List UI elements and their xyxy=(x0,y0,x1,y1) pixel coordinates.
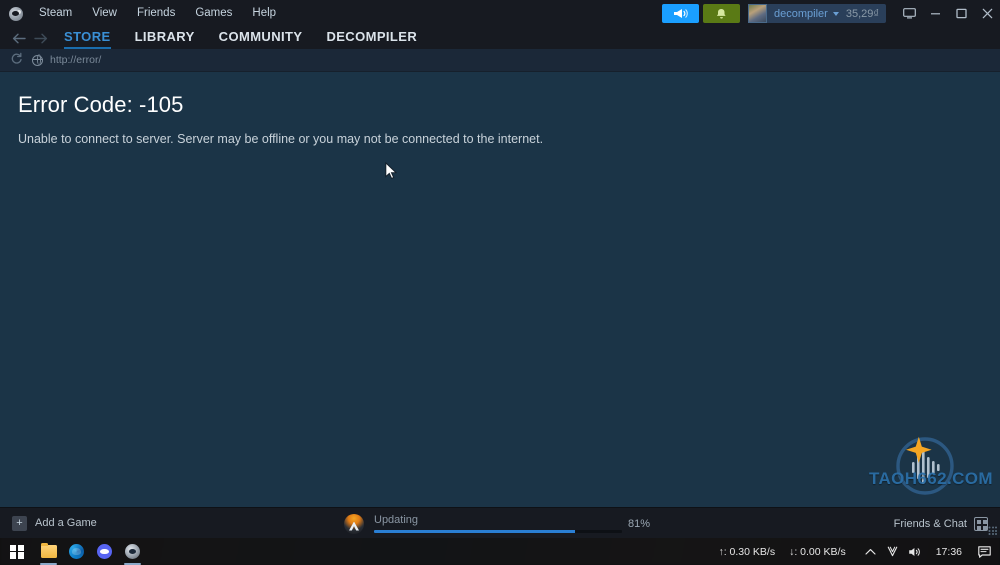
account-menu[interactable]: decompiler 35,29₫ xyxy=(748,4,886,23)
friends-chat-logo xyxy=(896,436,954,495)
bell-icon xyxy=(716,8,726,18)
steam-client-window: Steam View Friends Games Help decompiler… xyxy=(0,0,1000,538)
steam-glyph xyxy=(125,544,140,559)
screen: Steam View Friends Games Help decompiler… xyxy=(0,0,1000,565)
megaphone-icon xyxy=(673,9,688,18)
action-center-glyph xyxy=(977,545,991,558)
menu-item-help[interactable]: Help xyxy=(242,0,286,27)
account-name: decompiler xyxy=(774,7,828,20)
download-progress-group: Updating xyxy=(374,514,622,533)
edge-glyph xyxy=(69,544,84,559)
page-content: Error Code: -105 Unable to connect to se… xyxy=(0,72,1000,507)
avatar xyxy=(748,4,768,23)
tab-store[interactable]: STORE xyxy=(64,27,111,49)
speaker-icon[interactable] xyxy=(904,538,926,565)
wallet-balance: 35,29₫ xyxy=(845,7,879,20)
progress-bar-fill xyxy=(374,530,575,533)
arrow-left-icon xyxy=(12,33,26,43)
error-title: Error Code: -105 xyxy=(18,92,184,117)
notifications-button[interactable] xyxy=(703,4,741,23)
tab-profile[interactable]: DECOMPILER xyxy=(326,27,417,49)
menu-item-friends[interactable]: Friends xyxy=(127,0,185,27)
broadcast-button[interactable] xyxy=(662,4,700,23)
watermark: TAOH662.COM xyxy=(868,469,993,488)
windows-start-icon[interactable] xyxy=(0,538,34,565)
windows-taskbar: ↑: 0.30 KB/s ↓: 0.00 KB/s 17:36 xyxy=(0,538,1000,565)
download-status[interactable]: Updating xyxy=(344,508,622,539)
tab-community[interactable]: COMMUNITY xyxy=(219,27,303,49)
chevron-up-glyph xyxy=(865,548,876,555)
vpn-glyph xyxy=(887,546,898,557)
speaker-glyph xyxy=(908,547,920,556)
forward-button[interactable] xyxy=(30,27,52,49)
url-text[interactable]: http://error/ xyxy=(50,54,101,66)
close-button[interactable] xyxy=(974,0,1000,27)
add-a-game-label: Add a Game xyxy=(35,517,97,529)
windows-flag-glyph xyxy=(10,544,24,559)
globe-icon xyxy=(31,54,43,66)
chevron-down-icon xyxy=(832,11,839,16)
friends-and-chat-button[interactable]: Friends & Chat xyxy=(894,508,988,539)
resize-grip-icon[interactable] xyxy=(988,526,997,535)
titlebar-right-cluster: decompiler 35,29₫ xyxy=(662,0,1000,27)
vpn-icon[interactable] xyxy=(882,538,904,565)
address-bar: http://error/ xyxy=(0,49,1000,72)
friends-chat-icon xyxy=(974,516,988,531)
minimize-button[interactable] xyxy=(922,0,948,27)
add-a-game-button[interactable]: + Add a Game xyxy=(12,515,97,531)
refresh-icon[interactable] xyxy=(10,52,23,68)
discord-icon[interactable] xyxy=(91,538,118,565)
download-speed: ↓: 0.00 KB/s xyxy=(789,545,846,558)
file-explorer-icon[interactable] xyxy=(35,538,62,565)
progress-bar-track xyxy=(374,530,622,533)
navigation-bar: STORE LIBRARY COMMUNITY DECOMPILER xyxy=(0,27,1000,49)
friends-chat-label: Friends & Chat xyxy=(893,517,967,530)
action-center-icon[interactable] xyxy=(972,538,996,565)
status-footer: + Add a Game Updating 81% Friends & Chat xyxy=(0,507,1000,538)
maximize-button[interactable] xyxy=(948,0,974,27)
folder-glyph xyxy=(40,542,57,558)
tab-library[interactable]: LIBRARY xyxy=(135,27,195,49)
maximize-icon xyxy=(955,8,967,19)
download-percent: 81% xyxy=(628,517,651,530)
refresh-glyph-icon xyxy=(11,52,22,64)
plus-icon: + xyxy=(12,515,27,531)
close-icon xyxy=(982,8,992,19)
error-message: Unable to connect to server. Server may … xyxy=(18,132,544,146)
title-menu-bar: Steam View Friends Games Help decompiler… xyxy=(0,0,1000,27)
chevron-up-icon[interactable] xyxy=(860,538,882,565)
monitor-icon xyxy=(902,8,916,19)
edge-browser-icon[interactable] xyxy=(63,538,90,565)
menu-item-view[interactable]: View xyxy=(82,0,127,27)
arrow-right-icon xyxy=(34,33,48,43)
clock[interactable]: 17:36 xyxy=(926,546,972,558)
system-tray: ↑: 0.30 KB/s ↓: 0.00 KB/s 17:36 xyxy=(718,538,1000,565)
upload-speed: ↑: 0.30 KB/s xyxy=(718,545,776,558)
download-status-label: Updating xyxy=(374,514,419,526)
display-mode-button[interactable] xyxy=(896,0,922,27)
minimize-icon xyxy=(930,13,940,15)
back-button[interactable] xyxy=(8,27,30,49)
menu-item-games[interactable]: Games xyxy=(185,0,242,27)
overwatch-icon xyxy=(344,513,364,534)
menu-item-steam[interactable]: Steam xyxy=(29,0,82,27)
steam-taskbar-icon[interactable] xyxy=(119,538,146,565)
steam-logo-icon xyxy=(9,6,23,21)
discord-glyph xyxy=(97,544,112,559)
